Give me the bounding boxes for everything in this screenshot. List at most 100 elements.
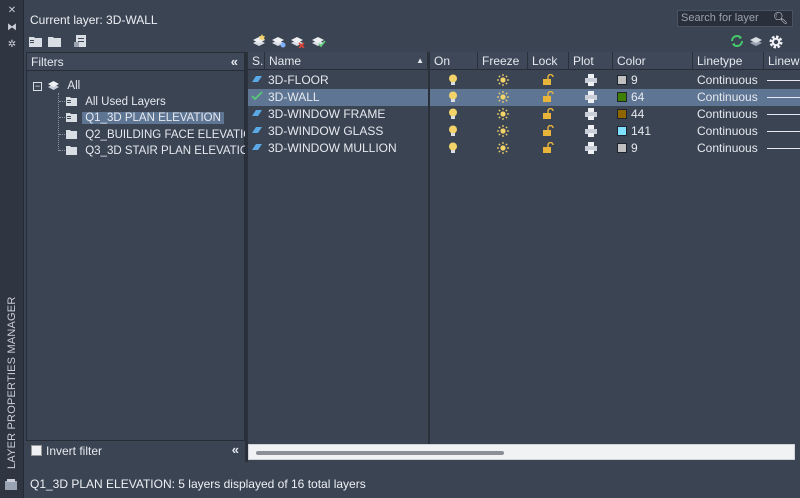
thaw-sun-icon[interactable] [497,142,509,159]
sort-ascending-icon: ▲ [416,56,424,65]
column-header-lock[interactable]: Lock [528,52,569,70]
layer-name[interactable]: 3D-WALL [268,89,426,106]
tree-item-all[interactable]: − All [33,78,83,94]
tree-item-label: Q1_3D PLAN ELEVATION [82,112,224,124]
layer-row[interactable]: 3D-FLOOR 9 Continuous [248,72,800,89]
column-header-name-label: Name [269,54,302,68]
layer-stack-icon [47,79,61,91]
unlock-icon[interactable] [543,142,554,159]
collapse-filters-icon[interactable]: « [231,53,238,71]
layer-name[interactable]: 3D-WINDOW GLASS [268,123,426,140]
layer-color[interactable]: 9 [617,140,691,157]
search-placeholder: Search for layer [681,12,759,24]
invert-filter-row: Invert filter « [26,440,245,462]
filters-title: Filters [31,55,64,69]
new-layer-icon[interactable] [251,34,267,48]
new-group-filter-icon[interactable] [47,34,63,48]
layer-row[interactable]: 3D-WINDOW MULLION 9 Continuous [248,140,800,157]
lineweight-line[interactable] [767,131,800,132]
tree-item-label: All [67,80,81,92]
refresh-icon[interactable] [729,34,745,48]
layer-linetype[interactable]: Continuous [697,140,763,157]
palette-icon [4,478,20,492]
color-swatch [617,92,627,102]
layer-linetype[interactable]: Continuous [697,89,763,106]
layer-row[interactable]: 3D-WINDOW FRAME 44 Continuous [248,106,800,123]
grid-column-divider [428,52,430,444]
layers-grid: S... Name ▲ On Freeze Lock Plot Color Li… [248,52,800,444]
column-header-name[interactable]: Name ▲ [265,52,428,70]
column-header-freeze[interactable]: Freeze [478,52,528,70]
layer-row[interactable]: 3D-WINDOW GLASS 141 Continuous [248,123,800,140]
scrollbar-thumb[interactable] [256,451,504,455]
search-icon[interactable]: 🔍︎ [773,11,788,26]
delete-layer-icon[interactable] [289,34,305,48]
on-bulb-icon[interactable] [448,142,458,159]
column-header-linetype[interactable]: Linetype [693,52,764,70]
lineweight-line[interactable] [767,80,800,81]
folder-icon [65,128,79,140]
color-number: 64 [631,90,645,104]
lineweight-line[interactable] [767,148,800,149]
layer-linetype[interactable]: Continuous [697,123,763,140]
layer-row[interactable]: 3D-WALL 64 Continuous [248,89,800,106]
column-header-lineweight[interactable]: Linew [764,52,800,70]
tree-item-label: All Used Layers [85,96,166,108]
layer-linetype[interactable]: Continuous [697,72,763,89]
collapse-filters-bottom-icon[interactable]: « [232,442,239,457]
filters-panel: Filters « − All All Used Layers Q1_3D PL… [26,52,261,462]
color-number: 9 [631,141,638,155]
tree-expand-icon[interactable]: − [33,82,42,91]
color-number: 44 [631,107,645,121]
set-current-icon[interactable] [310,34,326,48]
invert-filter-checkbox[interactable] [31,445,42,456]
tree-item-all-used-layers[interactable]: All Used Layers [65,94,169,110]
palette-vertical-title: LAYER PROPERTIES MANAGER [6,296,18,470]
column-header-status[interactable]: S... [248,52,265,70]
tree-item-q1-3d-plan-elevation[interactable]: Q1_3D PLAN ELEVATION [65,110,224,126]
layer-name[interactable]: 3D-FLOOR [268,72,426,89]
match-icon[interactable] [748,34,764,48]
status-bar-text: Q1_3D PLAN ELEVATION: 5 layers displayed… [30,477,366,491]
lineweight-line[interactable] [767,114,800,115]
color-swatch [617,126,627,136]
tree-item-q3-3d-stair-plan-elevation[interactable]: Q3_3D STAIR PLAN ELEVATION [65,143,260,159]
layer-status-icon[interactable] [251,142,263,159]
invert-filter-label: Invert filter [46,444,103,458]
new-layer-vp-frozen-icon[interactable] [270,34,286,48]
layer-color[interactable]: 44 [617,106,691,123]
color-swatch [617,109,627,119]
column-header-color[interactable]: Color [613,52,693,70]
layer-linetype[interactable]: Continuous [697,106,763,123]
lineweight-line[interactable] [767,97,800,98]
color-number: 141 [631,124,652,138]
filters-header: Filters « [27,53,244,71]
filter-icon [65,95,79,107]
tree-item-q2-building-face-elevation[interactable]: Q2_BUILDING FACE ELEVATION [65,127,264,143]
new-property-filter-icon[interactable] [28,34,44,48]
layer-name[interactable]: 3D-WINDOW FRAME [268,106,426,123]
auto-hide-icon[interactable]: ⧓ [4,21,20,35]
current-layer-label: Current layer: 3D-WALL [30,13,158,27]
tree-item-label: Q3_3D STAIR PLAN ELEVATION [85,145,258,157]
color-swatch [617,143,627,153]
layer-color[interactable]: 141 [617,123,691,140]
properties-gear-icon[interactable]: ✲ [4,38,20,52]
search-input[interactable]: Search for layer 🔍︎ [677,10,793,27]
layer-color[interactable]: 64 [617,89,691,106]
layers-grid-header: S... Name ▲ On Freeze Lock Plot Color Li… [248,52,800,70]
settings-icon[interactable] [768,34,784,49]
color-swatch [617,75,627,85]
plot-printer-icon[interactable] [585,142,597,159]
column-header-plot[interactable]: Plot [569,52,613,70]
palette-title-strip: ✕ ⧓ ✲ LAYER PROPERTIES MANAGER [0,0,24,498]
folder-icon [65,144,79,156]
layer-states-manager-icon[interactable] [73,34,89,48]
horizontal-scrollbar[interactable] [248,444,795,460]
close-icon[interactable]: ✕ [4,4,20,18]
filter-icon [65,111,79,123]
layer-color[interactable]: 9 [617,72,691,89]
column-header-on[interactable]: On [430,52,478,70]
layer-name[interactable]: 3D-WINDOW MULLION [268,140,426,157]
tree-item-label: Q2_BUILDING FACE ELEVATION [85,129,261,141]
